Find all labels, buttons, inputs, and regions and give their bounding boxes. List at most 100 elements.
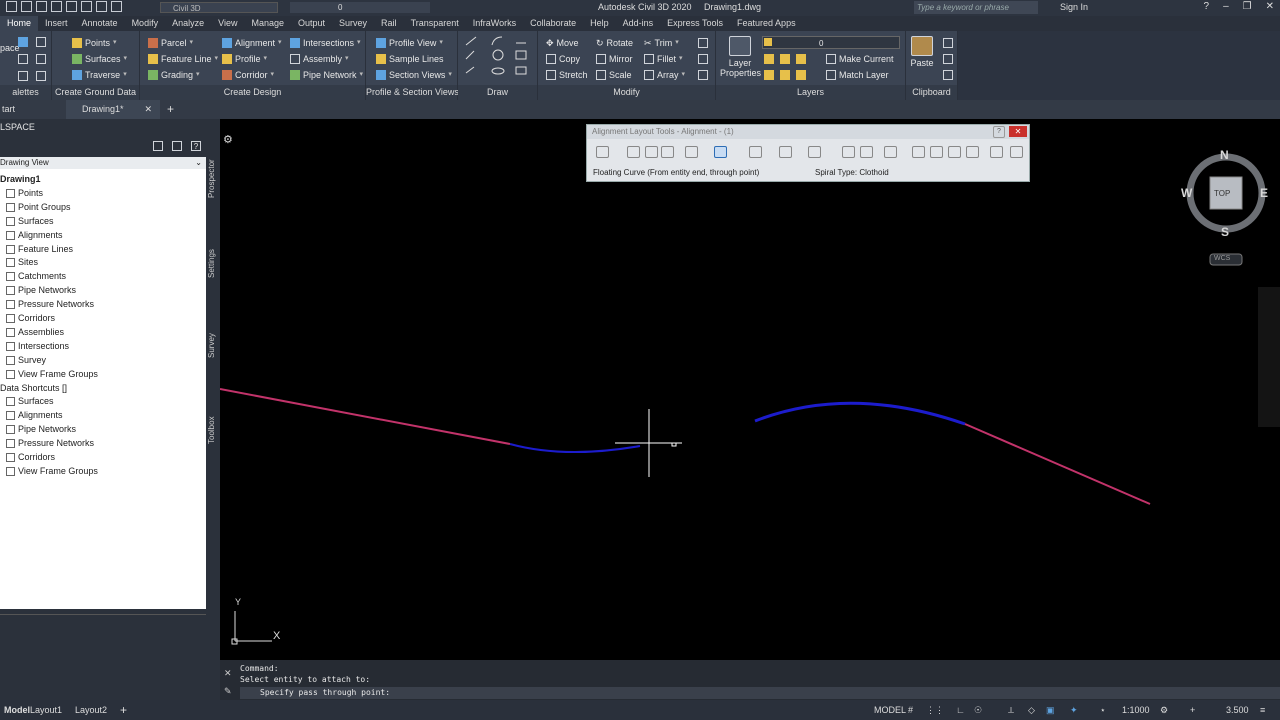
make-current-button[interactable]: Make Current	[826, 52, 894, 66]
tree-item[interactable]: Survey	[6, 354, 46, 367]
tree-item[interactable]: Surfaces	[6, 395, 54, 408]
object-snap-icon[interactable]: ◇	[1028, 700, 1035, 720]
close-command-icon[interactable]: ✕	[224, 668, 232, 679]
close-icon[interactable]: ✕	[1009, 126, 1027, 137]
save-icon[interactable]	[36, 1, 47, 12]
paste-button[interactable]: Paste	[908, 36, 936, 68]
undo-icon[interactable]	[96, 1, 107, 12]
tab-add-ins[interactable]: Add-ins	[616, 16, 661, 31]
navigation-bar[interactable]	[1258, 287, 1280, 427]
trim-button[interactable]: ✂ Trim ▾	[644, 36, 679, 50]
redo-icon[interactable]	[1010, 146, 1023, 158]
toggle-list-view-icon[interactable]	[172, 141, 182, 151]
panel-title[interactable]: Create Ground Data	[52, 85, 139, 100]
edit-best-fit-icon[interactable]	[912, 146, 925, 158]
tab-infraworks[interactable]: InfraWorks	[466, 16, 523, 31]
undo-icon[interactable]	[990, 146, 1003, 158]
side-tab-settings[interactable]: Settings	[207, 245, 219, 283]
tab-view[interactable]: View	[211, 16, 244, 31]
alignment-grid-view-icon[interactable]	[966, 146, 979, 158]
mirror-button[interactable]: Mirror	[596, 52, 633, 66]
side-tab-survey[interactable]: Survey	[207, 331, 219, 361]
help-icon[interactable]: ?	[191, 141, 201, 151]
feature-line-button[interactable]: Feature Line ▾	[148, 52, 218, 66]
alignment-button[interactable]: Alignment ▾	[222, 36, 282, 50]
layout2-tab[interactable]: Layout2	[75, 700, 107, 720]
panel-title[interactable]: Draw	[458, 85, 537, 100]
help-icon[interactable]: ?	[993, 126, 1005, 138]
parcel-button[interactable]: Parcel ▾	[148, 36, 193, 50]
stretch-button[interactable]: Stretch	[546, 68, 588, 82]
restore-icon[interactable]: ❐	[1243, 1, 1252, 12]
tangent-tools-icon[interactable]	[685, 146, 698, 158]
auto-scale-icon[interactable]: ⋆	[1100, 700, 1106, 720]
points-button[interactable]: Points ▾	[72, 36, 117, 50]
tab-survey[interactable]: Survey	[332, 16, 374, 31]
tree-item[interactable]: Pipe Networks	[6, 423, 76, 436]
layer-select[interactable]: 0	[290, 2, 430, 13]
tab-rail[interactable]: Rail	[374, 16, 404, 31]
layer-freeze-icon[interactable]	[764, 54, 774, 64]
pick-sub-entity-icon[interactable]	[930, 146, 943, 158]
annotation-scale[interactable]: 1:1000	[1122, 700, 1150, 720]
close-tab-icon[interactable]: ✕	[144, 100, 152, 119]
compass-east[interactable]: E	[1260, 186, 1268, 200]
annotation-visibility-icon[interactable]: ✦	[1070, 700, 1078, 720]
reverse-sub-entity-icon[interactable]	[860, 146, 873, 158]
viewcube-top-face[interactable]: TOP	[1214, 189, 1230, 198]
polar-icon[interactable]: ☉	[974, 700, 982, 720]
tree-item[interactable]: Sites	[6, 256, 38, 269]
profile-button[interactable]: Profile ▾	[222, 52, 267, 66]
layer-unisolate-icon[interactable]	[780, 70, 790, 80]
break-apart-pi-icon[interactable]	[661, 146, 674, 158]
tree-item[interactable]: Points	[6, 187, 43, 200]
survey-icon[interactable]	[18, 54, 28, 64]
offset-icon[interactable]	[698, 70, 708, 80]
spiral-tools-icon[interactable]	[749, 146, 762, 158]
help-icon[interactable]: ?	[1204, 1, 1210, 12]
explode-icon[interactable]	[698, 54, 708, 64]
cut-icon[interactable]	[943, 38, 953, 48]
tree-item[interactable]: Corridors	[6, 312, 55, 325]
tree-item[interactable]: Pipe Networks	[6, 284, 76, 297]
move-button[interactable]: ✥ Move	[546, 36, 579, 50]
tree-item[interactable]: Surfaces	[6, 215, 54, 228]
panel-title[interactable]: Profile & Section Views	[366, 85, 459, 100]
web-mobile-icon[interactable]	[66, 1, 77, 12]
copy-button[interactable]: Copy	[546, 52, 580, 66]
tab-transparent[interactable]: Transparent	[404, 16, 466, 31]
compass-west[interactable]: W	[1181, 186, 1192, 200]
side-tab-toolbox[interactable]: Toolbox	[207, 411, 219, 449]
print-icon[interactable]	[81, 1, 92, 12]
intersections-button[interactable]: Intersections ▾	[290, 36, 361, 50]
panel-title[interactable]: Clipboard	[906, 85, 957, 100]
tree-item[interactable]: Alignments	[6, 409, 63, 422]
toolspace-button[interactable]: pace	[0, 41, 20, 55]
drawing-tab[interactable]: Drawing1* ✕	[66, 100, 160, 119]
side-tab-prospector[interactable]: Prospector	[207, 155, 219, 203]
draw-tools[interactable]	[464, 35, 536, 81]
toggle-item-view-icon[interactable]	[153, 141, 163, 151]
panel-title[interactable]: Create Design	[140, 85, 365, 100]
tree-item[interactable]: Data Shortcuts []	[0, 382, 67, 395]
panel-title[interactable]: Modify	[538, 85, 715, 100]
redo-icon[interactable]	[111, 1, 122, 12]
draw-tangent-tangent-icon[interactable]	[596, 146, 609, 158]
layer-dropdown[interactable]: 0	[762, 36, 900, 49]
tree-item[interactable]: Feature Lines	[6, 243, 73, 256]
rotate-button[interactable]: ↻ Rotate	[596, 36, 633, 50]
corridor-button[interactable]: Corridor ▾	[222, 68, 274, 82]
tree-item[interactable]: Catchments	[6, 270, 66, 283]
tree-item[interactable]: Pressure Networks	[6, 437, 94, 450]
tree-item[interactable]: Point Groups	[6, 201, 71, 214]
tab-express-tools[interactable]: Express Tools	[660, 16, 730, 31]
tree-item[interactable]: Drawing1	[0, 173, 41, 186]
tree-item[interactable]: View Frame Groups	[6, 465, 98, 478]
delete-sub-entity-icon[interactable]	[884, 146, 897, 158]
reverse-curve-icon[interactable]	[808, 146, 821, 158]
viewport-settings-icon[interactable]: ⚙	[223, 133, 233, 146]
layer-walk-icon[interactable]	[796, 70, 806, 80]
convert-autocad-icon[interactable]	[842, 146, 855, 158]
drawing-canvas[interactable]: X Y ⚙	[220, 119, 1280, 660]
layer-lock-icon[interactable]	[796, 54, 806, 64]
